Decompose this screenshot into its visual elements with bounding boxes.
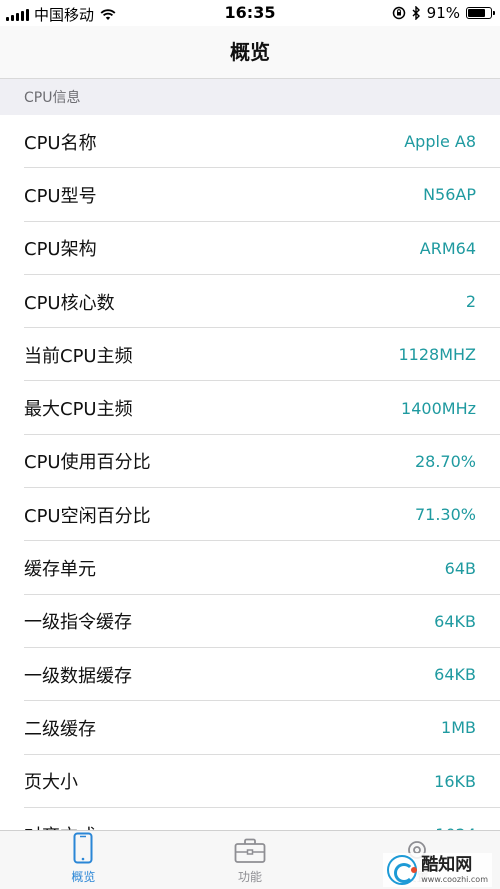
battery-icon — [466, 7, 495, 19]
list-item: CPU名称 Apple A8 — [0, 115, 500, 169]
nav-bar: 概览 — [0, 26, 500, 79]
row-label: CPU使用百分比 — [24, 452, 151, 474]
battery-fill — [468, 9, 486, 17]
row-label: CPU架构 — [24, 239, 97, 261]
row-label: 二级缓存 — [24, 718, 96, 740]
row-label: 页大小 — [24, 772, 78, 794]
list-item: 页大小 16KB — [0, 755, 500, 809]
row-label: CPU空闲百分比 — [24, 505, 151, 527]
row-value: 1MB — [441, 718, 476, 738]
status-right: 91% — [392, 4, 495, 22]
row-value: 1128MHZ — [398, 345, 476, 365]
battery-percent: 91% — [426, 4, 460, 22]
tab-overview[interactable]: 概览 — [0, 831, 167, 889]
row-value: N56AP — [423, 185, 476, 205]
list-item: 一级数据缓存 64KB — [0, 648, 500, 702]
list-item: CPU型号 N56AP — [0, 168, 500, 222]
status-bar: 中国移动 16:35 91% — [0, 0, 500, 26]
list-item: 当前CPU主频 1128MHZ — [0, 328, 500, 382]
tab-label: 概览 — [71, 870, 96, 884]
list-item: CPU架构 ARM64 — [0, 222, 500, 276]
row-value: 16KB — [434, 771, 476, 791]
row-label: 一级指令缓存 — [24, 612, 132, 634]
bluetooth-icon — [412, 6, 420, 20]
row-label: CPU型号 — [24, 185, 97, 207]
list-item: 最大CPU主频 1400MHz — [0, 381, 500, 436]
section-header: CPU信息 — [0, 79, 500, 115]
row-label: 当前CPU主频 — [24, 345, 133, 367]
row-value: 28.70% — [414, 451, 476, 471]
row-label: CPU核心数 — [24, 292, 115, 314]
list-item: 缓存单元 64B — [0, 541, 500, 595]
toolbox-icon — [234, 838, 266, 863]
row-label: 缓存单元 — [24, 559, 96, 581]
list-item: 对齐方式1024 — [0, 808, 500, 831]
row-value: 71.30% — [414, 505, 476, 525]
section-header-label: CPU信息 — [24, 90, 81, 106]
row-label: 一级数据缓存 — [24, 665, 132, 687]
list-item: CPU核心数 2 — [0, 275, 500, 329]
row-label: 最大CPU主频 — [24, 399, 133, 421]
watermark-logo-icon — [387, 855, 418, 885]
watermark: 酷知网 www.coozhi.com — [383, 853, 492, 887]
cpu-info-list[interactable]: CPU名称 Apple A8 CPU型号 N56AP CPU架构 ARM64 CPU核… — [0, 115, 500, 831]
row-value: 2 — [465, 292, 476, 312]
list-item: 一级指令缓存 64KB — [0, 595, 500, 649]
row-value: 1400MHz — [401, 398, 476, 418]
rotation-lock-icon — [392, 6, 405, 20]
watermark-sub: www.coozhi.com — [421, 874, 488, 884]
list-item: CPU使用百分比 28.70% — [0, 435, 500, 489]
watermark-main: 酷知网 — [421, 854, 473, 875]
page-title: 概览 — [230, 40, 270, 64]
row-value: ARM64 — [419, 238, 476, 258]
row-value: 64KB — [434, 611, 476, 631]
watermark-text: 酷知网 www.coozhi.com — [421, 854, 488, 884]
row-value: Apple A8 — [404, 132, 476, 152]
row-value: 64B — [444, 558, 476, 578]
tab-functions[interactable]: 功能 — [167, 831, 334, 889]
list-item: 二级缓存 1MB — [0, 701, 500, 755]
list-item: CPU空闲百分比 71.30% — [0, 488, 500, 542]
row-value: 64KB — [434, 665, 476, 685]
tab-label: 功能 — [238, 870, 263, 884]
phone-icon — [73, 832, 93, 864]
row-label: CPU名称 — [24, 132, 97, 154]
